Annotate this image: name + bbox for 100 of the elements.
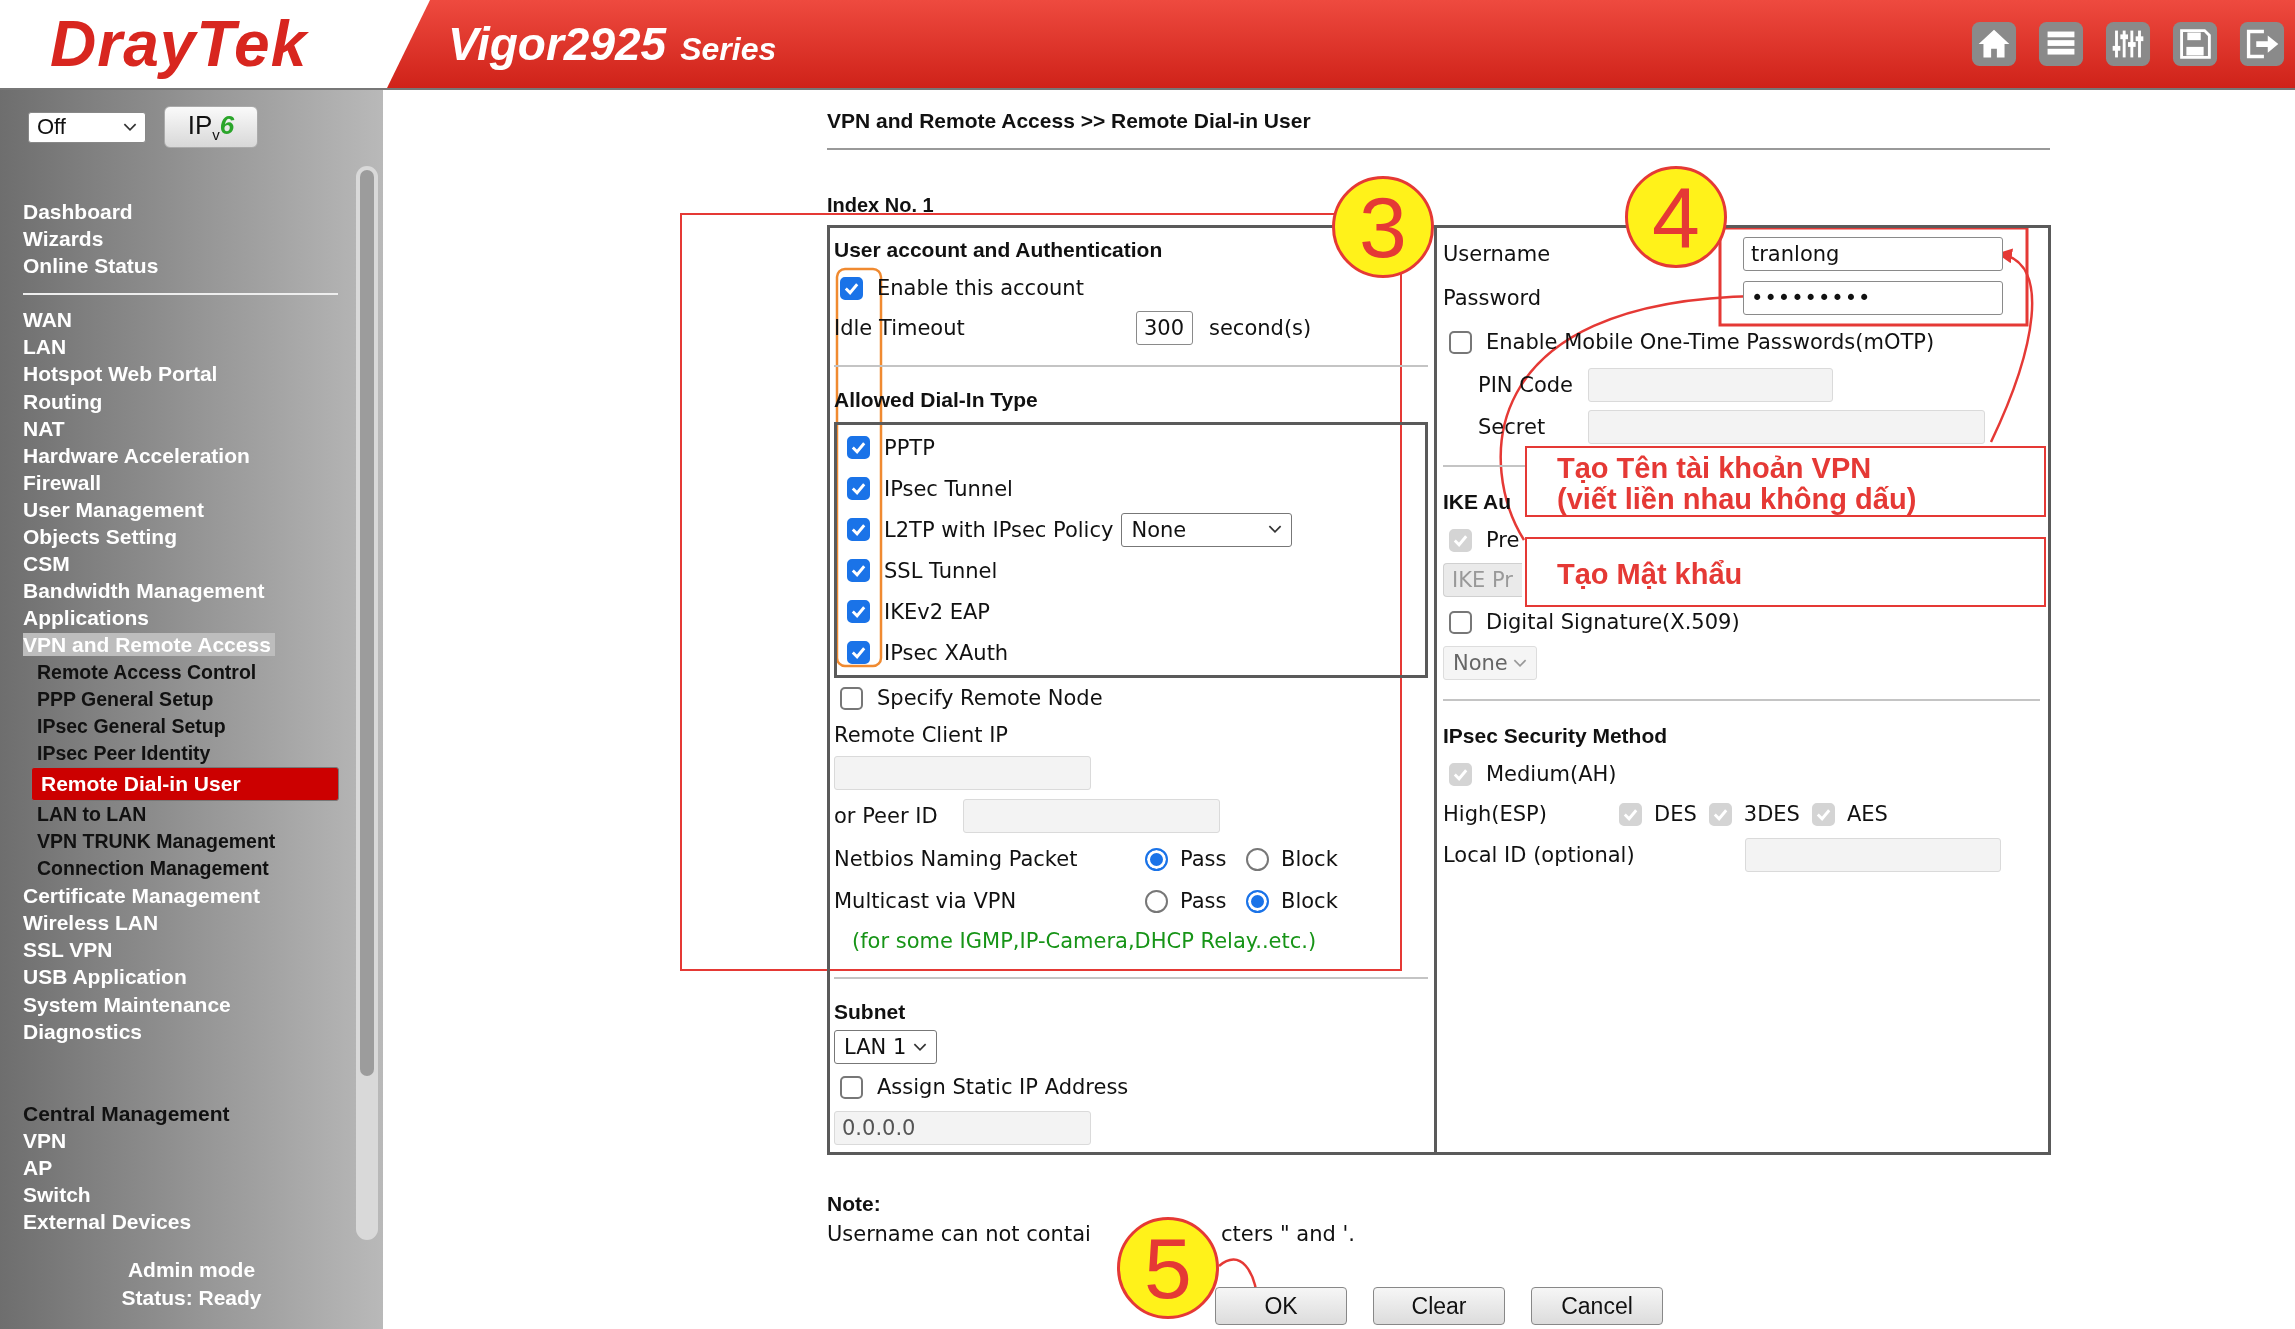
checkbox[interactable] (847, 518, 870, 541)
note-text: Username can not contai (827, 1222, 1092, 1246)
section-title: IPsec Security Method (1443, 723, 1669, 749)
field-label: Password (1443, 286, 1543, 310)
checkbox[interactable] (840, 276, 863, 300)
menu-item[interactable]: LAN (23, 335, 71, 359)
sliders-icon[interactable] (2105, 21, 2151, 67)
submenu-item[interactable]: Remote Dial-in User (31, 766, 339, 801)
menu-item[interactable]: Diagnostics (23, 1019, 147, 1043)
checkbox-label: SSL Tunnel (884, 558, 998, 583)
mode-select[interactable]: Off (28, 111, 146, 143)
subnet-select[interactable]: LAN 1 (834, 1030, 937, 1064)
radio-button[interactable] (1246, 889, 1269, 913)
menu-item[interactable]: Dashboard (23, 200, 137, 223)
scrollbar[interactable] (356, 166, 378, 1240)
note-text: cters " and '. (1221, 1222, 1355, 1246)
radio-label: Pass (1180, 889, 1228, 913)
radio-label: Pass (1180, 847, 1228, 871)
step-number: 4 (1625, 166, 1727, 268)
menu-item[interactable]: Applications (23, 606, 153, 630)
policy-select[interactable]: None (1121, 512, 1293, 547)
menu-item[interactable]: Hardware Acceleration (23, 443, 254, 467)
field-label: PIN Code (1477, 373, 1574, 397)
checkbox[interactable] (847, 477, 870, 500)
field-label: or Peer ID (834, 804, 939, 828)
field-label: Username (1443, 242, 1552, 266)
menu-item[interactable]: Switch (23, 1183, 95, 1206)
menu-item[interactable]: WAN (23, 308, 76, 332)
form-button[interactable]: Clear (1373, 1287, 1505, 1325)
submenu-item[interactable]: Remote Access Control (23, 658, 331, 686)
home-icon[interactable] (1971, 21, 2017, 67)
radio-button[interactable] (1145, 889, 1168, 913)
password-field[interactable]: ••••••••• (1743, 281, 2003, 315)
checkbox[interactable] (847, 641, 870, 664)
unit-label: second(s) (1209, 316, 1312, 340)
menu-item[interactable]: Routing (23, 389, 107, 413)
submenu-item[interactable]: VPN TRUNK Management (23, 827, 331, 856)
menu-item[interactable]: User Management (23, 497, 208, 521)
ipv6-button[interactable]: IP$_{v}$6 (164, 106, 258, 148)
section-title: Subnet (834, 999, 907, 1025)
form-button[interactable]: Cancel (1531, 1287, 1663, 1325)
checkbox[interactable] (847, 559, 870, 582)
checkbox-label: DES (1654, 802, 1697, 826)
timeout-field[interactable]: 300 (1136, 311, 1193, 345)
ike-key-button[interactable]: IKE Pr (1443, 563, 1522, 597)
menu-item[interactable]: CSM (23, 552, 74, 576)
checkbox[interactable] (1449, 330, 1472, 354)
menu-item[interactable]: SSL VPN (23, 938, 117, 962)
menu-item[interactable]: Bandwidth Management (23, 579, 269, 603)
checkbox[interactable] (1449, 610, 1472, 634)
list-icon[interactable] (2038, 21, 2084, 67)
hint-text: (for some IGMP,IP-Camera,DHCP Relay..etc.) (851, 929, 1317, 953)
menu-item[interactable]: NAT (23, 416, 69, 440)
radio-label: Block (1281, 847, 1339, 871)
form-button[interactable]: OK (1215, 1287, 1347, 1325)
step-number: 3 (1332, 176, 1434, 278)
menu-item[interactable]: AP (23, 1155, 57, 1179)
menu-item[interactable]: Online Status (23, 254, 163, 278)
option-label: Netbios Naming Packet (834, 847, 1079, 871)
menu-item[interactable]: VPN (23, 1128, 71, 1152)
menu-heading: Central Management (23, 1100, 231, 1127)
checkbox[interactable] (840, 1075, 863, 1099)
save-icon[interactable] (2172, 21, 2218, 67)
logout-icon[interactable] (2239, 21, 2285, 67)
menu-item[interactable]: Wireless LAN (23, 911, 163, 935)
radio-label: Block (1281, 889, 1339, 913)
checkbox[interactable] (840, 686, 863, 710)
field-label: High(ESP) (1443, 802, 1548, 826)
submenu-item[interactable]: PPP General Setup (23, 685, 331, 713)
radio-button[interactable] (1145, 847, 1168, 871)
checkbox-label: Enable Mobile One-Time Passwords(mOTP) (1486, 330, 1935, 354)
menu-item[interactable]: External Devices (23, 1210, 196, 1234)
caret-icon (1513, 658, 1527, 668)
checkbox-label: Assign Static IP Address (877, 1075, 1129, 1099)
checkbox[interactable] (847, 600, 870, 623)
checkbox[interactable] (847, 436, 870, 459)
submenu-item[interactable]: Connection Management (23, 855, 331, 883)
submenu-item[interactable]: LAN to LAN (23, 800, 331, 828)
field-label: Remote Client IP (834, 723, 1009, 747)
menu-item[interactable]: Objects Setting (23, 525, 182, 549)
annotation-callout: Tạo Mật khẩu (1525, 537, 2046, 607)
submenu-item[interactable]: IPsec General Setup (23, 712, 331, 740)
checkbox-label: Digital Signature(X.509) (1486, 610, 1740, 634)
checkbox-label: IPsec Tunnel (884, 476, 1013, 501)
submenu-item[interactable]: IPsec Peer Identity (23, 739, 331, 767)
menu-item[interactable]: Wizards (23, 227, 108, 251)
menu-item[interactable]: Certificate Management (23, 884, 264, 908)
menu-item[interactable]: Firewall (23, 470, 106, 494)
status-text: Admin mode (126, 1257, 257, 1283)
menu-item[interactable]: Hotspot Web Portal (23, 362, 222, 386)
radio-button[interactable] (1246, 847, 1269, 871)
field-label: Local ID (optional) (1443, 843, 1636, 867)
checkbox-label: AES (1846, 802, 1888, 826)
checkbox-label: Pre (1486, 528, 1520, 552)
breadcrumb: VPN and Remote Access >> Remote Dial-in User (827, 108, 2050, 150)
menu-item[interactable]: USB Application (23, 965, 191, 989)
menu-item[interactable]: System Maintenance (23, 992, 235, 1016)
index-label: Index No. 1 (827, 193, 935, 217)
username-field[interactable]: tranlong (1743, 237, 2003, 271)
annotation-callout: Tạo Tên tài khoản VPN (viết liền nhau không dấu) (1525, 446, 2046, 517)
